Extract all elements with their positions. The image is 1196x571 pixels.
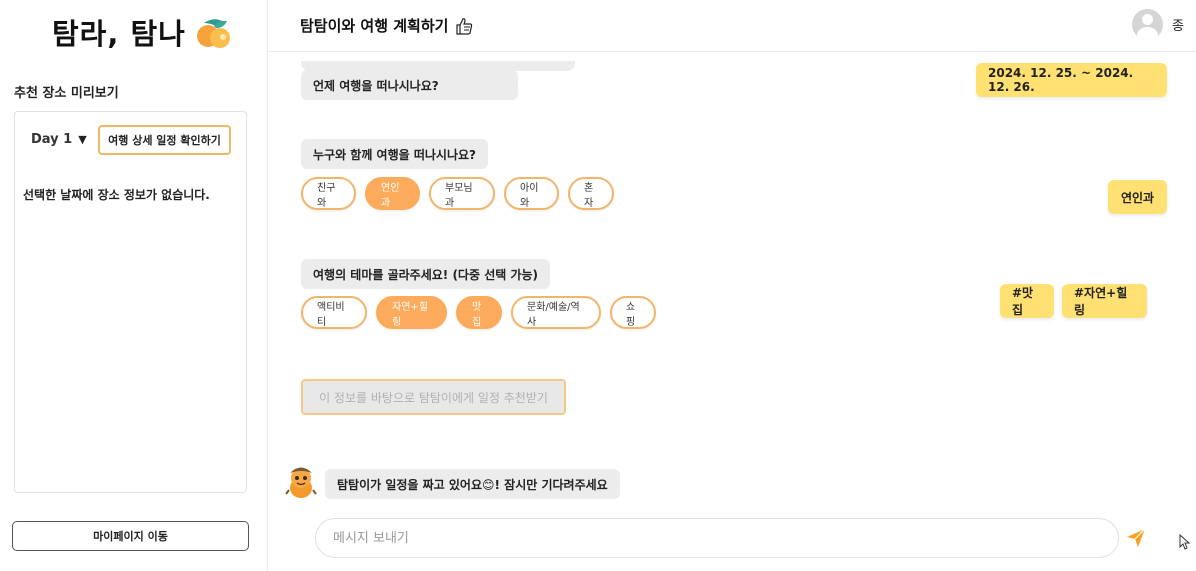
tangerine-icon	[196, 19, 230, 48]
answer-theme-tag: #자연+힐링	[1062, 284, 1147, 318]
question-when: 언제 여행을 떠나시나요?	[301, 70, 518, 100]
option-chip[interactable]: 문화/예술/역사	[511, 296, 601, 329]
user-name: 종	[1172, 19, 1184, 34]
mouse-cursor-icon	[1179, 534, 1191, 550]
logo-text: 탐라, 탐나	[52, 17, 186, 51]
status-message: 탐탐이가 일정을 짜고 있어요😊! 잠시만 기다려주세요	[325, 469, 620, 499]
detail-schedule-button[interactable]: 여행 상세 일정 확인하기	[98, 125, 231, 155]
answer-when: 2024. 12. 25. ~ 2024. 12. 26.	[976, 63, 1167, 97]
preview-title: 추천 장소 미리보기	[14, 86, 119, 101]
option-chip-selected[interactable]: 맛집	[456, 296, 502, 329]
chat-area: 언제 여행을 떠나시나요? 2024. 12. 25. ~ 2024. 12. …	[269, 53, 1196, 571]
message-input-box	[315, 518, 1119, 558]
header: 탐탐이와 여행 계획하기 종	[269, 0, 1196, 52]
message-input[interactable]	[333, 530, 1118, 546]
option-chip[interactable]: 액티비티	[301, 296, 367, 329]
day-label: Day 1	[31, 132, 73, 147]
thumbs-up-icon	[456, 17, 473, 35]
page-title: 탐탐이와 여행 계획하기	[300, 15, 474, 36]
answer-theme-tag: #맛집	[1000, 284, 1054, 318]
option-chip[interactable]: 쇼핑	[610, 296, 656, 329]
theme-options: 액티비티 자연+힐링 맛집 문화/예술/역사 쇼핑	[301, 296, 656, 329]
question-theme: 여행의 테마를 골라주세요! (다중 선택 가능)	[301, 259, 551, 289]
mypage-button[interactable]: 마이페이지 이동	[12, 521, 249, 551]
paper-plane-icon[interactable]	[1125, 527, 1147, 549]
user-menu[interactable]: 종	[1132, 9, 1184, 40]
recommend-schedule-button[interactable]: 이 정보를 바탕으로 탐탐이에게 일정 추천받기	[301, 379, 566, 415]
option-chip[interactable]: 친구와	[301, 177, 356, 210]
option-chip-selected[interactable]: 연인과	[365, 177, 420, 210]
tamtami-avatar-icon	[285, 467, 317, 498]
empty-message: 선택한 날짜에 장소 정보가 없습니다.	[23, 188, 210, 202]
day-select[interactable]: Day 1 ▼	[31, 132, 87, 147]
app: 탐라, 탐나 추천 장소 미리보기 Day 1 ▼ 여행 상세 일정 확인하기 …	[0, 0, 1196, 571]
option-chip[interactable]: 부모님과	[429, 177, 495, 210]
caret-down-icon: ▼	[78, 133, 87, 146]
option-chip-selected[interactable]: 자연+힐링	[376, 296, 447, 329]
question-with: 누구와 함께 여행을 떠나시나요?	[301, 139, 489, 169]
logo[interactable]: 탐라, 탐나	[52, 10, 232, 54]
sidebar: 탐라, 탐나 추천 장소 미리보기 Day 1 ▼ 여행 상세 일정 확인하기 …	[0, 0, 268, 571]
avatar	[1132, 9, 1164, 40]
page-title-text: 탐탐이와 여행 계획하기	[300, 17, 449, 35]
preview-panel: Day 1 ▼ 여행 상세 일정 확인하기 선택한 날짜에 장소 정보가 없습니…	[14, 111, 247, 493]
option-chip[interactable]: 혼자	[568, 177, 614, 210]
answer-with: 연인과	[1108, 180, 1167, 214]
with-options: 친구와 연인과 부모님과 아이와 혼자	[301, 177, 614, 210]
option-chip[interactable]: 아이와	[504, 177, 559, 210]
